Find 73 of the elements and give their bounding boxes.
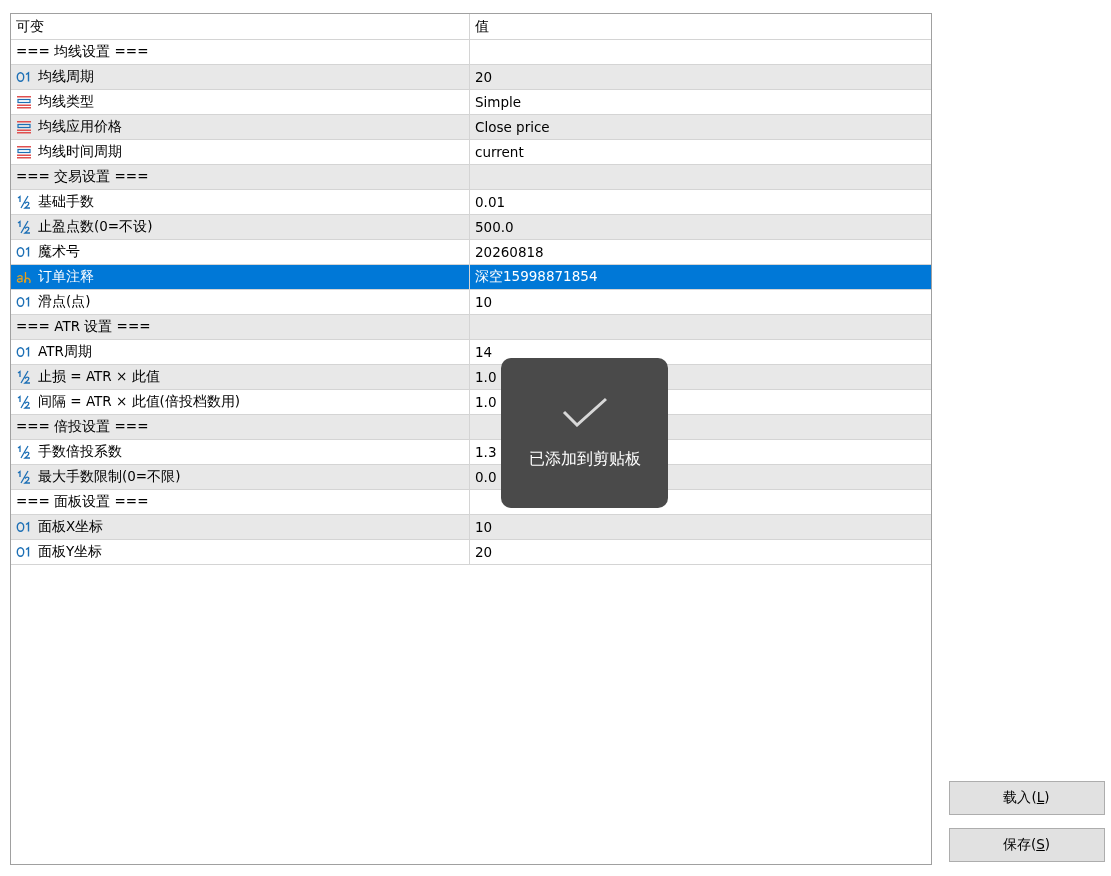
- parameter-name: === 面板设置 ===: [16, 493, 149, 511]
- fraction-icon: [16, 395, 32, 409]
- integer-icon: [16, 546, 32, 558]
- parameter-name: === ATR 设置 ===: [16, 318, 151, 336]
- parameter-name: 滑点(点): [38, 293, 91, 311]
- checkmark-icon: [561, 396, 608, 427]
- parameter-value: 10: [475, 294, 493, 310]
- table-row[interactable]: 均线周期 20: [11, 65, 931, 90]
- integer-icon: [16, 246, 32, 258]
- parameter-name: 面板X坐标: [38, 518, 104, 536]
- parameter-value: 10: [475, 519, 493, 535]
- fraction-icon: [16, 220, 32, 234]
- parameter-name: 最大手数限制(0=不限): [38, 468, 181, 486]
- table-row[interactable]: 基础手数 0.01: [11, 190, 931, 215]
- parameter-name: 魔术号: [38, 243, 80, 261]
- parameter-name: 面板Y坐标: [38, 543, 103, 561]
- parameter-value: 1.0: [475, 369, 497, 385]
- parameter-value: 500.0: [475, 219, 514, 235]
- table-row[interactable]: 魔术号 20260818: [11, 240, 931, 265]
- parameter-value: 20: [475, 69, 493, 85]
- parameter-value: 1.0: [475, 394, 497, 410]
- list-icon: [16, 145, 32, 159]
- integer-icon: [16, 346, 32, 358]
- table-row[interactable]: 止盈点数(0=不设) 500.0: [11, 215, 931, 240]
- fraction-icon: [16, 470, 32, 484]
- load-button[interactable]: 载入(L): [948, 781, 1105, 815]
- table-row[interactable]: === 均线设置 ===: [11, 40, 931, 65]
- fraction-icon: [16, 445, 32, 459]
- fraction-icon: [16, 370, 32, 384]
- parameter-value: Close price: [475, 119, 550, 135]
- parameter-value: 0.0: [475, 469, 497, 485]
- table-row[interactable]: ATR周期 14: [11, 340, 931, 365]
- parameter-name: === 均线设置 ===: [16, 43, 149, 61]
- parameter-name: 均线类型: [38, 93, 94, 111]
- table-row[interactable]: 面板Y坐标 20: [11, 540, 931, 565]
- parameter-name: 均线时间周期: [38, 143, 122, 161]
- integer-icon: [16, 71, 32, 83]
- column-header[interactable]: 可变: [16, 17, 44, 36]
- table-row[interactable]: 面板X坐标 10: [11, 515, 931, 540]
- list-icon: [16, 95, 32, 109]
- parameter-value: 深空15998871854: [475, 268, 598, 286]
- parameter-name: 均线周期: [38, 68, 94, 86]
- parameter-value: 1.3: [475, 444, 497, 460]
- integer-icon: [16, 521, 32, 533]
- parameter-value: Simple: [475, 94, 522, 110]
- save-button[interactable]: 保存(S): [948, 828, 1105, 862]
- list-icon: [16, 120, 32, 134]
- table-row[interactable]: 均线时间周期 current: [11, 140, 931, 165]
- table-row[interactable]: === 交易设置 ===: [11, 165, 931, 190]
- column-header[interactable]: 值: [475, 17, 489, 36]
- parameter-name: 基础手数: [38, 193, 94, 211]
- table-row[interactable]: 均线类型 Simple: [11, 90, 931, 115]
- table-row[interactable]: 均线应用价格 Close price: [11, 115, 931, 140]
- parameter-value: 20260818: [475, 244, 544, 260]
- parameter-value: 14: [475, 344, 493, 360]
- parameter-name: === 倍投设置 ===: [16, 418, 149, 436]
- text-icon: [16, 271, 32, 283]
- parameter-name: === 交易设置 ===: [16, 168, 149, 186]
- parameter-value: 0.01: [475, 194, 506, 210]
- integer-icon: [16, 296, 32, 308]
- parameter-value: 20: [475, 544, 493, 560]
- parameter-name: 订单注释: [38, 268, 94, 286]
- parameter-name: ATR周期: [38, 343, 92, 361]
- table-row[interactable]: === ATR 设置 ===: [11, 315, 931, 340]
- parameter-name: 止损 = ATR × 此值: [38, 368, 160, 386]
- fraction-icon: [16, 195, 32, 209]
- parameter-name: 均线应用价格: [38, 118, 122, 136]
- parameter-value: current: [475, 144, 524, 160]
- parameter-name: 间隔 = ATR × 此值(倍投档数用): [38, 393, 241, 411]
- parameter-name: 止盈点数(0=不设): [38, 218, 153, 236]
- parameter-name: 手数倍投系数: [38, 443, 122, 461]
- selected-row[interactable]: 订单注释 深空15998871854: [11, 265, 931, 290]
- table-row[interactable]: 滑点(点) 10: [11, 290, 931, 315]
